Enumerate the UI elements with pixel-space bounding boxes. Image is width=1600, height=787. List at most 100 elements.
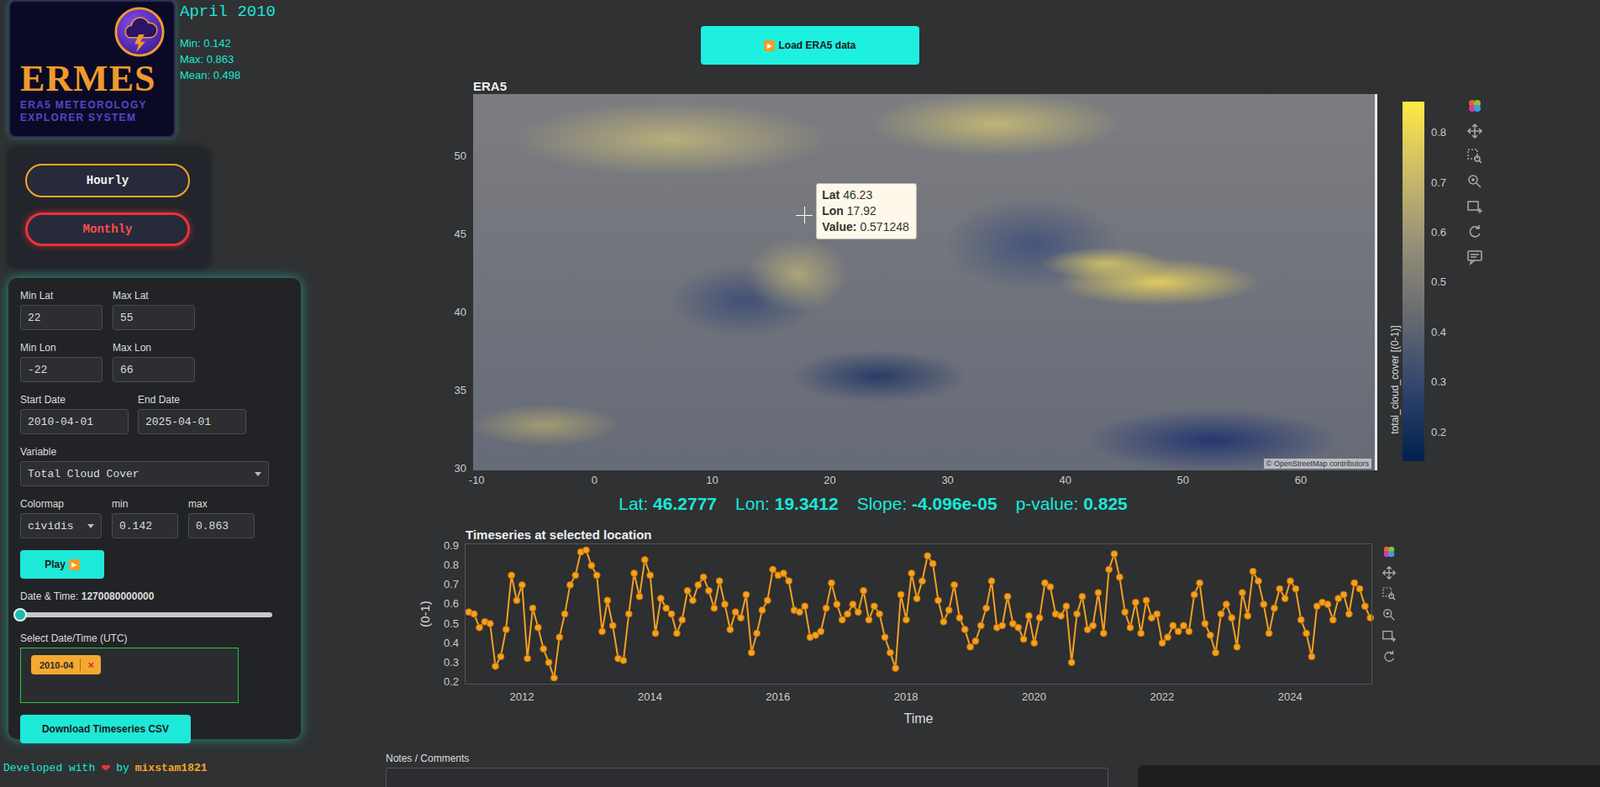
- series-point[interactable]: [1351, 579, 1358, 587]
- series-point[interactable]: [534, 624, 542, 632]
- bokeh-icon[interactable]: [1381, 544, 1397, 560]
- remove-chip-button[interactable]: ×: [79, 658, 101, 672]
- series-point[interactable]: [988, 578, 995, 585]
- box-edit-icon[interactable]: [1381, 628, 1397, 644]
- play-button[interactable]: Play▶: [20, 550, 105, 579]
- series-point[interactable]: [545, 659, 553, 667]
- series-point[interactable]: [1196, 579, 1204, 587]
- series-point[interactable]: [508, 572, 516, 579]
- series-point[interactable]: [795, 609, 803, 616]
- series-point[interactable]: [940, 618, 948, 626]
- series-point[interactable]: [870, 603, 878, 611]
- colormap-select[interactable]: cividis: [20, 513, 102, 539]
- series-point[interactable]: [881, 634, 889, 642]
- series-point[interactable]: [731, 609, 739, 616]
- series-point[interactable]: [705, 587, 712, 595]
- series-point[interactable]: [1004, 593, 1011, 600]
- series-point[interactable]: [663, 605, 670, 612]
- series-point[interactable]: [641, 556, 648, 564]
- series-point[interactable]: [1297, 616, 1305, 624]
- bound-input[interactable]: -22: [20, 357, 103, 383]
- series-point[interactable]: [1270, 605, 1278, 612]
- series-point[interactable]: [1163, 634, 1171, 642]
- series-point[interactable]: [1287, 578, 1295, 585]
- series-point[interactable]: [1180, 622, 1188, 630]
- series-point[interactable]: [902, 616, 910, 624]
- series-point[interactable]: [710, 605, 718, 612]
- series-point[interactable]: [983, 605, 990, 612]
- series-point[interactable]: [1063, 603, 1070, 611]
- series-point[interactable]: [913, 595, 921, 603]
- bound-input[interactable]: 22: [20, 305, 103, 331]
- series-point[interactable]: [961, 626, 969, 633]
- series-point[interactable]: [609, 622, 616, 630]
- series-point[interactable]: [620, 657, 627, 664]
- series-point[interactable]: [972, 637, 979, 645]
- series-point[interactable]: [694, 581, 702, 589]
- series-point[interactable]: [1228, 615, 1236, 622]
- series-point[interactable]: [1110, 551, 1118, 558]
- series-point[interactable]: [785, 578, 793, 585]
- series-point[interactable]: [1265, 630, 1273, 637]
- series-point[interactable]: [673, 630, 680, 637]
- series-point[interactable]: [822, 605, 830, 612]
- series-point[interactable]: [1094, 589, 1102, 597]
- hover-icon[interactable]: [1466, 248, 1484, 266]
- series-point[interactable]: [860, 587, 868, 595]
- series-point[interactable]: [1078, 593, 1086, 600]
- series-point[interactable]: [918, 578, 926, 585]
- series-point[interactable]: [1047, 584, 1054, 591]
- cloud-cover-map[interactable]: Lat 46.23Lon 17.92Value: 0.571248© OpenS…: [473, 94, 1378, 471]
- series-point[interactable]: [1201, 621, 1209, 628]
- series-point[interactable]: [929, 560, 937, 568]
- mode-button[interactable]: Monthly: [25, 212, 190, 247]
- series-point[interactable]: [540, 646, 548, 653]
- series-point[interactable]: [742, 591, 750, 599]
- series-point[interactable]: [1206, 631, 1214, 639]
- date-input[interactable]: 2010-04-01: [20, 409, 129, 435]
- series-point[interactable]: [588, 562, 595, 569]
- series-point[interactable]: [977, 622, 985, 630]
- series-point[interactable]: [1142, 597, 1150, 605]
- series-point[interactable]: [908, 570, 916, 578]
- series-point[interactable]: [865, 616, 873, 624]
- load-button[interactable]: ▶Load ERA5 data: [700, 26, 920, 65]
- series-point[interactable]: [753, 630, 761, 637]
- series-point[interactable]: [1292, 585, 1300, 593]
- pan-icon[interactable]: [1381, 565, 1397, 581]
- series-point[interactable]: [833, 600, 841, 608]
- series-point[interactable]: [1217, 610, 1225, 618]
- series-point[interactable]: [1260, 600, 1268, 608]
- series-point[interactable]: [518, 581, 526, 589]
- series-point[interactable]: [892, 665, 900, 673]
- date-multiselect[interactable]: 2010-04×: [20, 647, 239, 704]
- series-point[interactable]: [476, 624, 484, 632]
- download-button[interactable]: Download Timeseries CSV: [20, 715, 191, 744]
- series-point[interactable]: [1329, 616, 1337, 624]
- series-point[interactable]: [572, 572, 579, 579]
- series-point[interactable]: [647, 572, 654, 579]
- bound-input[interactable]: 55: [112, 305, 195, 331]
- notes-textarea[interactable]: [385, 768, 1109, 787]
- series-point[interactable]: [502, 626, 510, 633]
- series-point[interactable]: [763, 597, 771, 605]
- series-point[interactable]: [1308, 653, 1316, 661]
- timeseries-plot[interactable]: [465, 544, 1372, 685]
- series-point[interactable]: [1185, 628, 1193, 636]
- series-point[interactable]: [1115, 573, 1123, 581]
- series-point[interactable]: [1212, 649, 1220, 657]
- series-point[interactable]: [1356, 585, 1364, 593]
- series-point[interactable]: [1276, 585, 1284, 593]
- series-point[interactable]: [625, 610, 632, 618]
- series-point[interactable]: [1190, 591, 1198, 599]
- series-point[interactable]: [828, 579, 836, 587]
- date-input[interactable]: 2025-04-01: [137, 409, 247, 435]
- series-point[interactable]: [700, 573, 707, 581]
- series-point[interactable]: [715, 578, 723, 585]
- series-point[interactable]: [1367, 615, 1374, 622]
- series-point[interactable]: [492, 663, 500, 670]
- series-point[interactable]: [689, 597, 696, 605]
- series-point[interactable]: [470, 610, 478, 618]
- series-point[interactable]: [513, 597, 521, 605]
- series-point[interactable]: [801, 603, 809, 611]
